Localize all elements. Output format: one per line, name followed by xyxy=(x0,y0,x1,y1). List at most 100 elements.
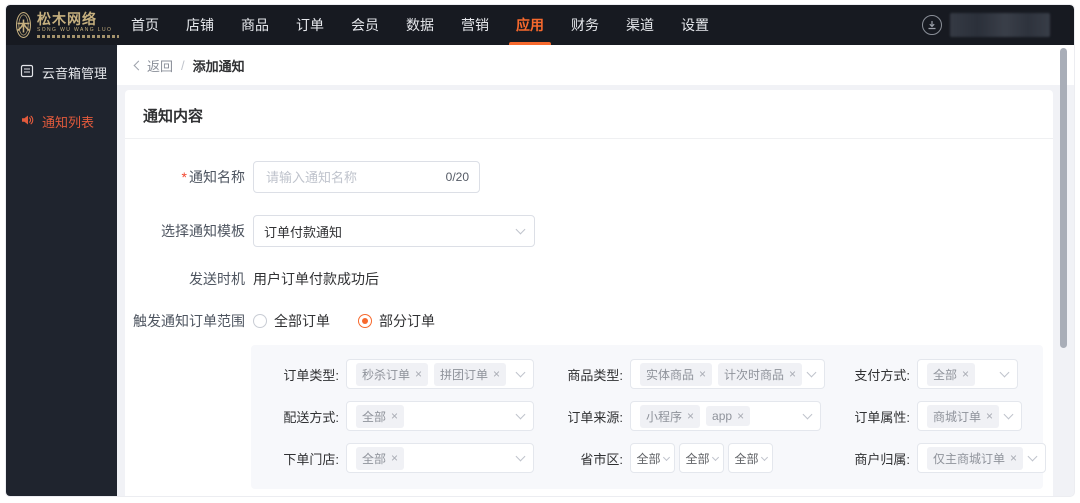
goods-type-select[interactable]: 实体商品 × 计次时商品 × xyxy=(630,359,826,389)
brand-emblem-icon: 木 xyxy=(16,12,32,38)
sidebar-item-notification-list[interactable]: 通知列表 xyxy=(6,100,117,143)
merchant-select[interactable]: 仅主商城订单 × xyxy=(917,443,1047,473)
speaker-icon xyxy=(20,113,34,130)
nav-item-orders[interactable]: 订单 xyxy=(296,5,324,45)
section-title: 通知内容 xyxy=(143,108,204,125)
tag-remove-icon[interactable]: × xyxy=(699,368,706,380)
nav-item-home[interactable]: 首页 xyxy=(131,5,159,45)
nav-item-data[interactable]: 数据 xyxy=(406,5,434,45)
filter-pay-method: 支付方式: 全部 × xyxy=(848,359,1018,389)
tag-remove-icon[interactable]: × xyxy=(1010,452,1017,464)
pay-method-select[interactable]: 全部 × xyxy=(917,359,1018,389)
chevron-down-icon xyxy=(515,451,526,462)
tag-remove-icon[interactable]: × xyxy=(986,410,993,422)
notification-form-card: 通知内容 *通知名称 0/20 选择通知模板 xyxy=(125,90,1053,496)
page-title: 添加通知 xyxy=(192,58,245,74)
order-type-select[interactable]: 秒杀订单 × 拼团订单 × xyxy=(346,359,534,389)
field-notification-name: *通知名称 0/20 xyxy=(125,161,1053,193)
chevron-down-icon xyxy=(662,453,670,461)
chevron-down-icon xyxy=(515,367,526,378)
chevron-down-icon xyxy=(999,367,1010,378)
tag-remove-icon[interactable]: × xyxy=(737,410,744,422)
back-label: 返回 xyxy=(147,58,174,74)
region-city-select[interactable]: 全部 xyxy=(679,443,724,473)
field-label: 选择通知模板 xyxy=(161,223,245,239)
selected-tag: 商城订单 × xyxy=(927,404,1000,428)
field-label: 触发通知订单范围 xyxy=(133,313,245,329)
sidebar-item-cloud-speaker-manage[interactable]: 云音箱管理 xyxy=(6,51,117,94)
nav-item-settings[interactable]: 设置 xyxy=(681,5,709,45)
tag-remove-icon[interactable]: × xyxy=(391,410,398,422)
field-label: 通知名称 xyxy=(189,169,245,185)
top-header: 木 松木网络 SONG WU WANG LUO 首页 店铺 商品 订单 会员 数… xyxy=(6,5,1074,45)
app-window: 木 松木网络 SONG WU WANG LUO 首页 店铺 商品 订单 会员 数… xyxy=(6,5,1074,496)
delivery-method-select[interactable]: 全部 × xyxy=(346,401,534,431)
chevron-down-icon xyxy=(1003,409,1014,420)
sidebar: 云音箱管理 通知列表 xyxy=(6,45,117,496)
radio-icon xyxy=(253,314,267,328)
char-counter: 0/20 xyxy=(445,170,469,184)
download-circle-icon[interactable] xyxy=(922,15,942,35)
breadcrumb: 返回 / 添加通知 xyxy=(117,45,1074,85)
template-select[interactable]: 订单付款通知 xyxy=(253,215,535,247)
breadcrumb-separator: / xyxy=(181,57,185,73)
selected-tag: 实体商品 × xyxy=(640,362,713,386)
selected-tag: 全部 × xyxy=(927,362,976,386)
nav-item-apps[interactable]: 应用 xyxy=(516,5,544,45)
selected-tag: app × xyxy=(706,406,751,426)
region-province-select[interactable]: 全部 xyxy=(630,443,675,473)
filter-row-1: 订单类型: 秒杀订单 × 拼团订单 × 商品类型: 实体商品 × 计次时商品 ×… xyxy=(277,359,1018,389)
sidebar-item-label: 通知列表 xyxy=(42,115,95,130)
send-time-value: 用户订单付款成功后 xyxy=(253,271,379,287)
sidebar-item-label: 云音箱管理 xyxy=(42,66,108,81)
tag-remove-icon[interactable]: × xyxy=(493,368,500,380)
order-source-select[interactable]: 小程序 × app × xyxy=(630,401,821,431)
back-link[interactable]: 返回 xyxy=(133,56,174,75)
filter-merchant: 商户归属: 仅主商城订单 × xyxy=(848,443,1047,473)
selected-tag: 拼团订单 × xyxy=(434,362,507,386)
filter-order-attribute: 订单属性: 商城订单 × xyxy=(848,401,1023,431)
filter-goods-type: 商品类型: 实体商品 × 计次时商品 × xyxy=(561,359,826,389)
brand-tagline xyxy=(37,35,120,38)
chevron-down-icon xyxy=(1027,451,1038,462)
vertical-scrollbar[interactable] xyxy=(1060,48,1067,348)
tag-remove-icon[interactable]: × xyxy=(687,410,694,422)
selected-tag: 全部 × xyxy=(356,404,405,428)
selected-tag: 小程序 × xyxy=(640,404,701,428)
divider xyxy=(125,138,1053,139)
filter-order-type: 订单类型: 秒杀订单 × 拼团订单 × xyxy=(277,359,534,389)
nav-item-goods[interactable]: 商品 xyxy=(241,5,269,45)
store-select[interactable]: 全部 × xyxy=(346,443,534,473)
chevron-down-icon xyxy=(515,409,526,420)
field-label: 发送时机 xyxy=(189,271,245,287)
nav-item-marketing[interactable]: 营销 xyxy=(461,5,489,45)
region-district-select[interactable]: 全部 xyxy=(728,443,773,473)
nav-item-finance[interactable]: 财务 xyxy=(571,5,599,45)
tag-remove-icon[interactable]: × xyxy=(415,368,422,380)
tag-remove-icon[interactable]: × xyxy=(391,452,398,464)
filter-delivery-method: 配送方式: 全部 × xyxy=(277,401,534,431)
user-name-redacted[interactable] xyxy=(950,13,1050,37)
radio-all-orders[interactable]: 全部订单 xyxy=(253,311,330,331)
notification-name-input[interactable] xyxy=(264,168,440,186)
nav-item-members[interactable]: 会员 xyxy=(351,5,379,45)
order-filter-panel: 订单类型: 秒杀订单 × 拼团订单 × 商品类型: 实体商品 × 计次时商品 ×… xyxy=(251,345,1047,489)
order-attribute-select[interactable]: 商城订单 × xyxy=(917,401,1023,431)
tag-remove-icon[interactable]: × xyxy=(962,368,969,380)
selected-tag: 全部 × xyxy=(356,446,405,470)
selected-tag: 计次时商品 × xyxy=(718,362,803,386)
nav-item-shop[interactable]: 店铺 xyxy=(186,5,214,45)
tag-remove-icon[interactable]: × xyxy=(789,368,796,380)
nav-item-channels[interactable]: 渠道 xyxy=(626,5,654,45)
chevron-down-icon xyxy=(711,453,719,461)
brand-title: 松木网络 xyxy=(37,11,98,27)
selected-tag: 仅主商城订单 × xyxy=(927,446,1024,470)
field-template: 选择通知模板 订单付款通知 xyxy=(125,215,1053,247)
radio-partial-orders[interactable]: 部分订单 xyxy=(358,311,435,331)
chevron-down-icon xyxy=(802,409,813,420)
header-right xyxy=(922,13,1074,37)
chevron-down-icon xyxy=(760,453,768,461)
filter-store: 下单门店: 全部 × xyxy=(277,443,534,473)
filter-row-3: 下单门店: 全部 × 省市区: 全部 全部 全部 商户归属: 仅主商城订单 × xyxy=(277,443,1047,473)
filter-row-2: 配送方式: 全部 × 订单来源: 小程序 × app × 订单属性: 商城订单 … xyxy=(277,401,1023,431)
